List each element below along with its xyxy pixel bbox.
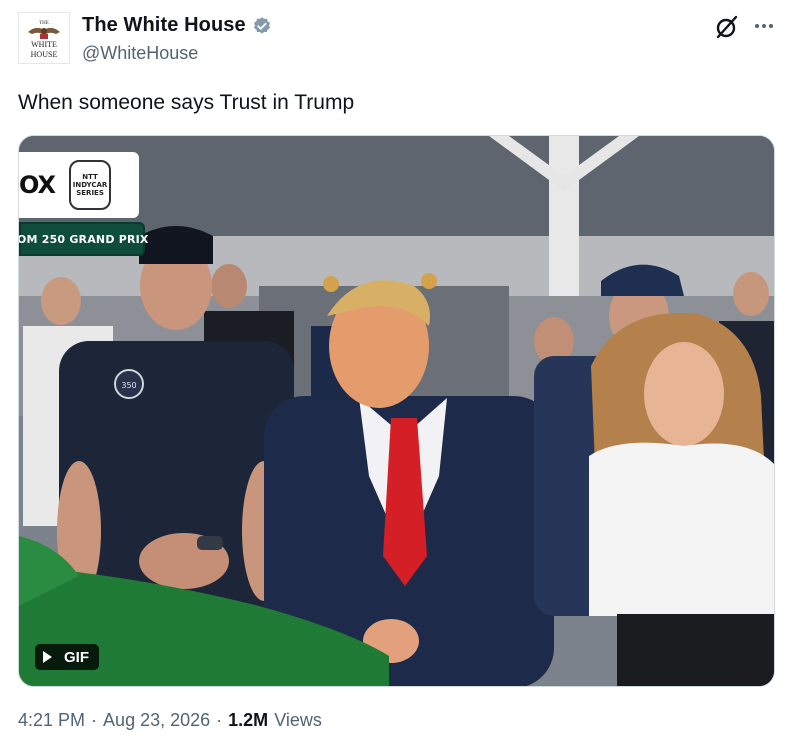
views-count: 1.2M bbox=[228, 710, 269, 730]
grok-icon[interactable] bbox=[714, 14, 740, 40]
gif-badge[interactable]: GIF bbox=[35, 644, 99, 670]
tweet-text: When someone says Trust in Trump bbox=[18, 91, 355, 114]
gif-label: GIF bbox=[64, 648, 89, 666]
play-icon[interactable] bbox=[43, 651, 52, 663]
post-date[interactable]: Aug 23, 2026 bbox=[103, 710, 210, 731]
views-label: Views bbox=[274, 710, 322, 730]
tweet-media-gif[interactable]: 350 350 O bbox=[18, 135, 775, 687]
svg-text:THE: THE bbox=[39, 21, 49, 26]
race-banner: OM 250 GRAND PRIX bbox=[19, 222, 148, 256]
account-header: The White House @WhiteHouse bbox=[82, 14, 272, 64]
tweet-metadata: 4:21 PM · Aug 23, 2026 · 1.2M Views bbox=[18, 710, 322, 731]
post-time[interactable]: 4:21 PM bbox=[18, 710, 85, 731]
indycar-badge-icon: NTT INDYCAR SERIES bbox=[69, 160, 112, 210]
broadcaster-card: OX NTT INDYCAR SERIES bbox=[19, 152, 139, 218]
account-handle[interactable]: @WhiteHouse bbox=[82, 43, 272, 64]
account-avatar[interactable]: THE WHITE HOUSE bbox=[18, 12, 70, 64]
broadcaster-text: OX bbox=[19, 171, 56, 199]
svg-text:WHITE: WHITE bbox=[31, 40, 57, 49]
svg-text:350: 350 bbox=[121, 381, 136, 390]
white-house-logo-icon: THE WHITE HOUSE bbox=[28, 21, 60, 59]
meta-separator: · bbox=[91, 710, 98, 730]
tweet-card[interactable]: THE WHITE HOUSE The White House @WhiteHo… bbox=[0, 0, 800, 749]
gif-frame-image: 350 350 bbox=[19, 136, 774, 686]
more-options-icon[interactable] bbox=[752, 14, 776, 38]
meta-separator: · bbox=[216, 710, 223, 730]
display-name[interactable]: The White House bbox=[82, 14, 246, 37]
svg-text:HOUSE: HOUSE bbox=[31, 50, 58, 59]
verified-badge-icon[interactable] bbox=[252, 16, 272, 36]
